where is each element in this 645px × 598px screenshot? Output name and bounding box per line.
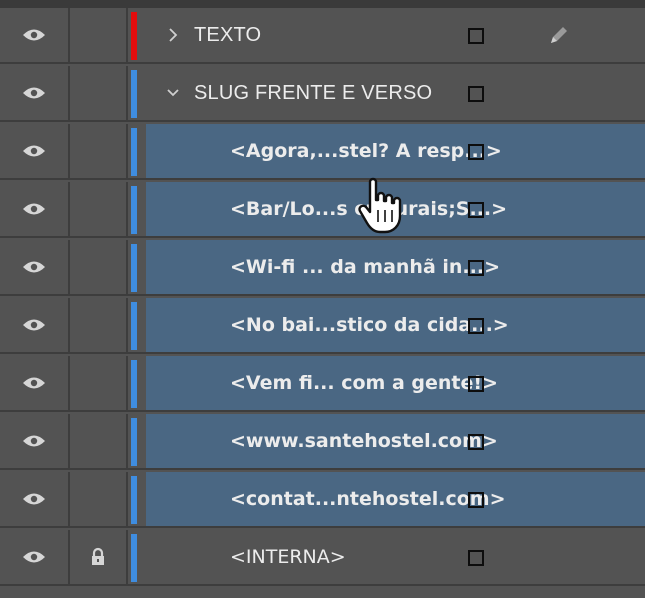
object-content[interactable]: <www.santehostel.com> [146, 414, 645, 468]
target-square[interactable] [468, 434, 484, 450]
lock-toggle[interactable] [70, 66, 128, 120]
visibility-toggle[interactable] [0, 8, 70, 62]
visibility-toggle[interactable] [0, 240, 70, 294]
object-content[interactable]: <Wi-fi ... da manhã in...> [146, 240, 645, 294]
lock-toggle[interactable] [70, 414, 128, 468]
object-name: <Bar/Lo...s culturais;S...> [230, 198, 508, 220]
target-square[interactable] [468, 144, 484, 160]
lock-toggle[interactable] [70, 240, 128, 294]
layer-row-slug[interactable]: SLUG FRENTE E VERSO [0, 66, 645, 122]
visibility-toggle[interactable] [0, 66, 70, 120]
panel-top-edge [0, 0, 645, 8]
object-row[interactable]: <Bar/Lo...s culturais;S...> [0, 182, 645, 238]
visibility-toggle[interactable] [0, 298, 70, 352]
layer-color-swatch [131, 360, 137, 408]
eye-icon [23, 319, 45, 331]
object-row[interactable]: <No bai...stico da cida...> [0, 298, 645, 354]
object-content[interactable]: <Agora,...stel? A resp...> [146, 124, 645, 178]
eye-icon [23, 203, 45, 215]
visibility-toggle[interactable] [0, 124, 70, 178]
object-row-locked[interactable]: <INTERNA> [0, 530, 645, 586]
lock-icon [92, 547, 104, 565]
layer-color-swatch [131, 70, 137, 118]
lock-toggle[interactable] [70, 298, 128, 352]
layer-color-swatch [131, 12, 137, 60]
target-square[interactable] [468, 550, 484, 566]
target-square[interactable] [468, 202, 484, 218]
layer-content[interactable]: TEXTO [146, 8, 645, 62]
visibility-toggle[interactable] [0, 414, 70, 468]
object-name: <No bai...stico da cida...> [230, 314, 509, 336]
layer-color-swatch [131, 418, 137, 466]
eye-icon [23, 29, 45, 41]
object-content[interactable]: <contat...ntehostel.com> [146, 472, 645, 526]
object-row[interactable]: <contat...ntehostel.com> [0, 472, 645, 528]
object-content[interactable]: <INTERNA> [146, 530, 645, 584]
object-row[interactable]: <Wi-fi ... da manhã in...> [0, 240, 645, 296]
lock-toggle[interactable] [70, 124, 128, 178]
target-square[interactable] [468, 28, 484, 44]
object-name: <Vem fi... com a gente!> [230, 372, 498, 394]
layer-color-swatch [131, 534, 137, 582]
object-name: <Agora,...stel? A resp...> [230, 140, 502, 162]
object-row[interactable]: <Vem fi... com a gente!> [0, 356, 645, 412]
layer-color-swatch [131, 476, 137, 524]
layer-color-swatch [131, 128, 137, 176]
visibility-toggle[interactable] [0, 472, 70, 526]
lock-toggle[interactable] [70, 182, 128, 236]
object-content[interactable]: <Bar/Lo...s culturais;S...> [146, 182, 645, 236]
object-name: <contat...ntehostel.com> [230, 488, 506, 510]
eye-icon [23, 145, 45, 157]
object-name: <Wi-fi ... da manhã in...> [230, 256, 500, 278]
chevron-right-icon[interactable] [168, 8, 178, 62]
pen-icon [548, 8, 570, 62]
eye-icon [23, 493, 45, 505]
eye-icon [23, 377, 45, 389]
object-content[interactable]: <No bai...stico da cida...> [146, 298, 645, 352]
layer-row-texto[interactable]: TEXTO [0, 8, 645, 64]
layers-panel: TEXTO SLUG FRENTE E VERSO <Agora,...stel… [0, 0, 645, 598]
layer-content[interactable]: SLUG FRENTE E VERSO [146, 66, 645, 120]
visibility-toggle[interactable] [0, 182, 70, 236]
eye-icon [23, 261, 45, 273]
eye-icon [23, 551, 45, 563]
object-row[interactable]: <www.santehostel.com> [0, 414, 645, 470]
layer-color-swatch [131, 302, 137, 350]
target-square[interactable] [468, 260, 484, 276]
lock-toggle[interactable] [70, 472, 128, 526]
object-content[interactable]: <Vem fi... com a gente!> [146, 356, 645, 410]
layer-color-swatch [131, 186, 137, 234]
target-square[interactable] [468, 492, 484, 508]
visibility-toggle[interactable] [0, 530, 70, 584]
layer-name: SLUG FRENTE E VERSO [194, 81, 433, 104]
layer-color-swatch [131, 244, 137, 292]
target-square[interactable] [468, 86, 484, 102]
target-square[interactable] [468, 318, 484, 334]
lock-toggle[interactable] [70, 356, 128, 410]
lock-toggle[interactable] [70, 530, 128, 584]
object-name: <INTERNA> [230, 546, 346, 568]
layer-name: TEXTO [194, 23, 262, 46]
eye-icon [23, 435, 45, 447]
visibility-toggle[interactable] [0, 356, 70, 410]
object-name: <www.santehostel.com> [230, 430, 498, 452]
lock-toggle[interactable] [70, 8, 128, 62]
target-square[interactable] [468, 376, 484, 392]
object-row[interactable]: <Agora,...stel? A resp...> [0, 124, 645, 180]
eye-icon [23, 87, 45, 99]
chevron-down-icon[interactable] [166, 66, 180, 120]
